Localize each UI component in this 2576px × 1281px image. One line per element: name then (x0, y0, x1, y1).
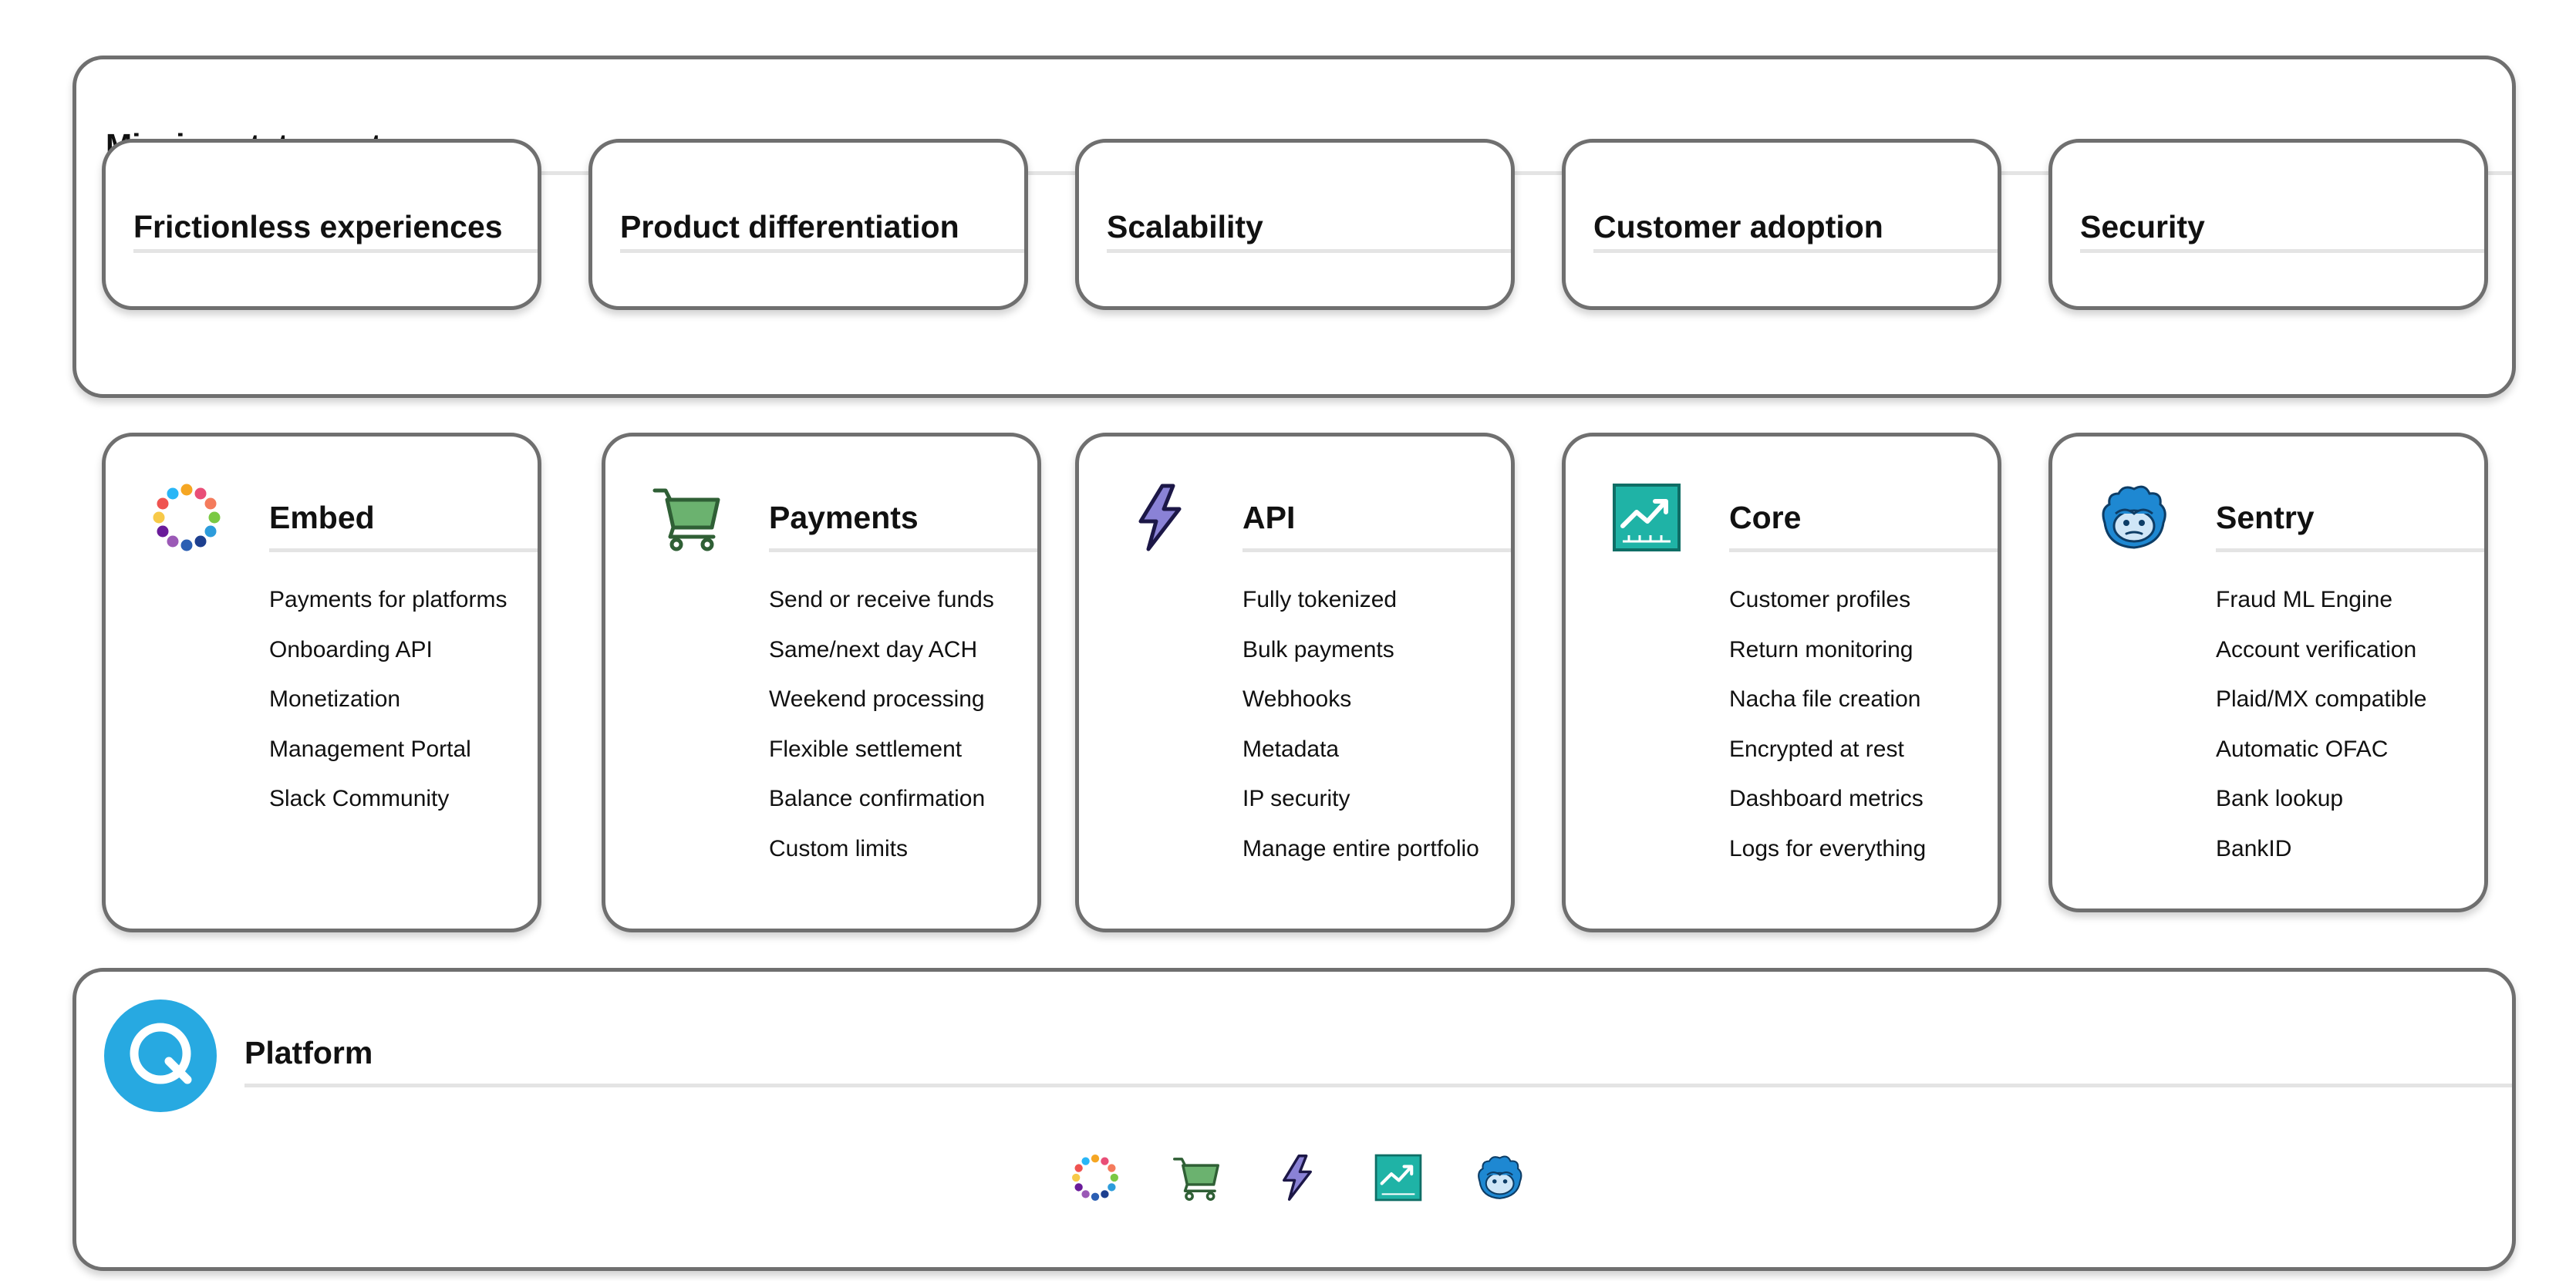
feature-item: Logs for everything (1729, 835, 1927, 861)
feature-item: IP security (1242, 786, 1350, 811)
trend-chart-icon (1374, 1154, 1422, 1202)
dots-ring-icon (153, 484, 221, 551)
mascot-face-icon (1478, 1155, 1522, 1199)
feature-list: Customer profiles Return monitoring Nach… (1729, 575, 1926, 874)
product-card-sentry: Sentry Fraud ML Engine Account verificat… (2048, 433, 2488, 912)
trend-chart-icon (1613, 484, 1681, 551)
feature-item: Return monitoring (1729, 636, 1913, 662)
feature-item: Fraud ML Engine (2216, 587, 2393, 612)
feature-item: Account verification (2216, 636, 2417, 662)
goal-card-product-differentiation: Product differentiation (588, 139, 1028, 310)
feature-item: Bulk payments (1242, 636, 1394, 662)
goal-label: Frictionless experiences (133, 209, 503, 244)
feature-item: Balance confirmation (769, 786, 986, 811)
product-card-api: API Fully tokenized Bulk payments Webhoo… (1075, 433, 1515, 932)
product-title: Embed (269, 500, 375, 535)
platform-title: Platform (244, 1035, 373, 1070)
goal-label: Customer adoption (1593, 209, 1883, 244)
feature-item: Same/next day ACH (769, 636, 978, 662)
feature-item: Flexible settlement (769, 736, 963, 762)
product-title: API (1242, 500, 1296, 535)
feature-item: Encrypted at rest (1729, 736, 1904, 762)
goal-label: Product differentiation (620, 209, 959, 244)
goal-underline (1107, 249, 1511, 253)
platform-panel: Platform (72, 968, 2516, 1271)
mascot-face-icon (2102, 485, 2166, 549)
shopping-cart-icon (652, 488, 720, 551)
product-title: Sentry (2216, 500, 2315, 535)
goal-underline (1593, 249, 1998, 253)
feature-item: Metadata (1242, 736, 1340, 762)
product-card-embed: Embed Payments for platforms Onboarding … (102, 433, 541, 932)
feature-item: Onboarding API (269, 636, 433, 662)
goal-label: Security (2080, 209, 2205, 244)
product-title-underline (1242, 548, 1511, 552)
dots-ring-icon (1072, 1155, 1118, 1201)
product-title-underline (269, 548, 538, 552)
feature-item: Automatic OFAC (2216, 736, 2389, 762)
lightning-bolt-icon (1283, 1155, 1312, 1201)
goal-underline (133, 249, 538, 253)
feature-list: Payments for platforms Onboarding API Mo… (269, 575, 507, 824)
product-title: Payments (769, 500, 919, 535)
feature-list: Send or receive funds Same/next day ACH … (769, 575, 994, 874)
feature-item: Bank lookup (2216, 786, 2344, 811)
feature-item: Slack Community (269, 786, 450, 811)
product-card-payments: Payments Send or receive funds Same/next… (602, 433, 1041, 932)
feature-item: Customer profiles (1729, 587, 1911, 612)
product-card-core: Core Customer profiles Return monitoring… (1562, 433, 2001, 932)
goal-card-frictionless-experiences: Frictionless experiences (102, 139, 541, 310)
goal-underline (620, 249, 1024, 253)
goal-card-scalability: Scalability (1075, 139, 1515, 310)
feature-item: Nacha file creation (1729, 686, 1921, 712)
q-logo-icon (104, 1000, 217, 1112)
feature-item: BankID (2216, 835, 2292, 861)
goal-card-customer-adoption: Customer adoption (1562, 139, 2001, 310)
lightning-bolt-icon (1138, 484, 1182, 551)
product-title-underline (769, 548, 1037, 552)
goal-card-security: Security (2048, 139, 2488, 310)
feature-item: Plaid/MX compatible (2216, 686, 2427, 712)
goal-label: Scalability (1107, 209, 1263, 244)
product-title-underline (2216, 548, 2484, 552)
platform-title-underline (244, 1084, 2512, 1087)
feature-list: Fraud ML Engine Account verification Pla… (2216, 575, 2426, 874)
feature-item: Fully tokenized (1242, 587, 1398, 612)
feature-item: Monetization (269, 686, 401, 712)
feature-item: Weekend processing (769, 686, 985, 712)
feature-item: Custom limits (769, 835, 909, 861)
feature-item: Manage entire portfolio (1242, 835, 1479, 861)
shopping-cart-icon (1173, 1158, 1219, 1201)
feature-item: Dashboard metrics (1729, 786, 1924, 811)
product-title: Core (1729, 500, 1802, 535)
product-title-underline (1729, 548, 1998, 552)
feature-item: Webhooks (1242, 686, 1352, 712)
goal-underline (2080, 249, 2484, 253)
feature-item: Payments for platforms (269, 587, 507, 612)
feature-item: Send or receive funds (769, 587, 994, 612)
feature-list: Fully tokenized Bulk payments Webhooks M… (1242, 575, 1479, 874)
feature-item: Management Portal (269, 736, 471, 762)
